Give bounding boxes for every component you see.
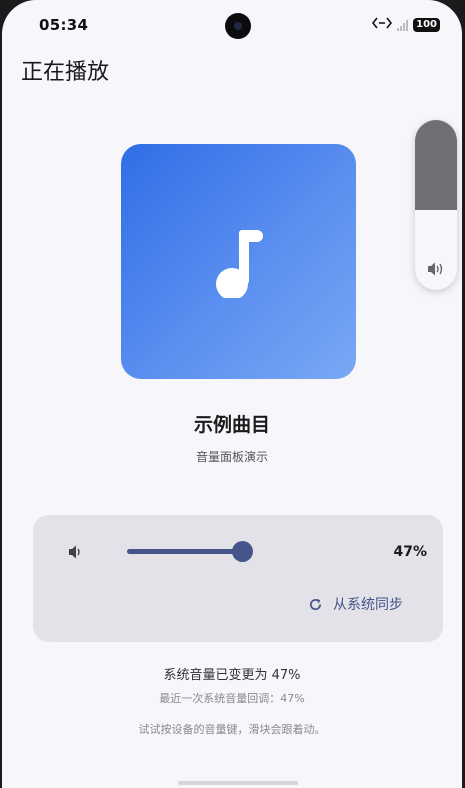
sync-button-label: 从系统同步 (333, 597, 403, 613)
system-volume-fill (415, 120, 457, 210)
data-transfer-icon (372, 17, 393, 32)
volume-slider-fill (127, 549, 242, 554)
volume-percent: 47% (393, 544, 427, 560)
sync-from-system-button[interactable]: 从系统同步 (308, 594, 403, 614)
no-signal-icon (397, 19, 409, 31)
front-camera (225, 13, 251, 39)
page-title: 正在播放 (21, 60, 110, 85)
refresh-icon (310, 598, 322, 610)
volume-slider-thumb[interactable] (232, 541, 253, 562)
music-note-icon (216, 230, 263, 298)
phone-screen: 05:34 100 正在播放 示例曲目 音量面板演示 47% 从系统同步 系统音… (2, 0, 462, 788)
speaker-icon (68, 544, 84, 564)
volume-card: 47% 从系统同步 (33, 515, 443, 642)
volume-changed-message: 系统音量已变更为 47% (163, 668, 301, 683)
home-indicator[interactable] (178, 781, 298, 785)
volume-slider[interactable] (127, 541, 253, 562)
track-title: 示例曲目 (193, 414, 270, 436)
battery-icon: 100 (413, 17, 440, 32)
track-subtitle: 音量面板演示 (195, 450, 268, 464)
hint-message: 试试按设备的音量键，滑块会跟着动。 (138, 723, 326, 736)
speaker-icon (427, 261, 445, 281)
last-adjust-message: 最近一次系统音量回调：47% (159, 692, 305, 705)
system-volume-panel[interactable] (415, 120, 457, 290)
status-icons: 100 (372, 17, 440, 32)
status-time: 05:34 (39, 16, 89, 34)
album-art (121, 144, 356, 379)
